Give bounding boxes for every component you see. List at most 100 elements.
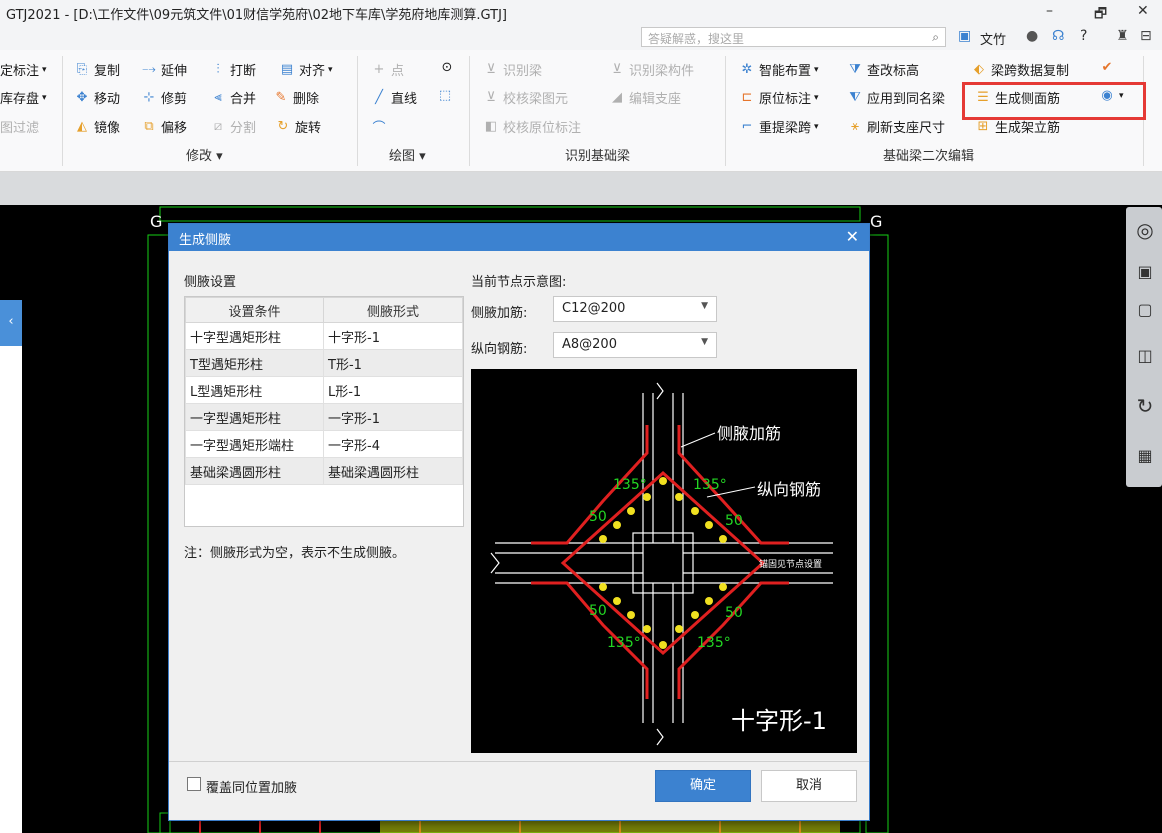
chat-icon[interactable]: ●	[1026, 28, 1038, 44]
apply-same-beam-button[interactable]: ⧨ 应用到同名梁	[846, 88, 945, 107]
point-button[interactable]: + 点	[370, 60, 404, 79]
split-button[interactable]: ⧄ 分割	[209, 117, 256, 136]
user-avatar-icon[interactable]: ▣	[958, 28, 971, 44]
top-view-icon[interactable]: ▢	[1132, 297, 1158, 323]
arc-draw-button[interactable]: ⌒	[370, 117, 388, 136]
table-row[interactable]: 一字型遇矩形柱 一字形-1	[185, 403, 463, 431]
move-icon: ✥	[76, 90, 88, 105]
break-button[interactable]: ⫶ 打断	[209, 60, 256, 79]
condition-cell: T型遇矩形柱	[185, 349, 324, 377]
in-place-annotation-button[interactable]: ⊏ 原位标注 ▾	[738, 88, 819, 107]
table-row[interactable]: T型遇矩形柱 T形-1	[185, 349, 463, 377]
confirm-check-button[interactable]: ✔	[1098, 60, 1116, 75]
extend-button[interactable]: ⤍ 延伸	[140, 60, 187, 79]
merge-button[interactable]: ⫷ 合并	[209, 88, 256, 107]
svg-text:G: G	[150, 212, 162, 231]
form-cell[interactable]: 基础梁遇圆形柱	[323, 457, 463, 485]
collapse-panel-button[interactable]: ‹	[0, 300, 22, 346]
generate-haunch-dialog: 生成侧腋 ✕ 侧腋设置 设置条件 侧腋形式 十字型遇矩形柱 十字形-1 T型遇矩形…	[168, 223, 870, 821]
break-icon: ⫶	[216, 62, 220, 77]
haunch-rebar-label: 侧腋加筋:	[471, 306, 528, 321]
eraser-icon: ✎	[275, 90, 287, 105]
help-search-input[interactable]: 答疑解惑，搜这里 ⌕	[641, 27, 946, 47]
rotate-view-icon[interactable]: ↻	[1132, 393, 1158, 419]
check-elevation-button[interactable]: ⧩ 查改标高	[846, 60, 919, 79]
table-row[interactable]: 基础梁遇圆形柱 基础梁遇圆形柱	[185, 457, 463, 485]
dialog-close-icon[interactable]: ✕	[846, 227, 859, 246]
copy-icon: ⎘	[76, 62, 88, 77]
footer-divider	[169, 761, 869, 762]
identify-beam-member-button[interactable]: ⊻ 识别梁构件	[608, 60, 694, 79]
offset-button[interactable]: ⧉ 偏移	[140, 117, 187, 136]
haunch-rebar-select[interactable]: C12@200 ▼	[553, 296, 717, 322]
group-modify-label[interactable]: 修改 ▾	[186, 145, 223, 164]
user-name[interactable]: 文竹	[980, 29, 1006, 48]
arc-icon: ⌒	[372, 121, 386, 136]
offset-icon: ⧉	[144, 119, 154, 134]
check-icon: ⊻	[486, 90, 496, 105]
copy-span-data-button[interactable]: ⬖ 梁跨数据复制	[970, 60, 1069, 79]
identify-member-icon: ⊻	[612, 62, 622, 77]
shirt-icon[interactable]: ♜	[1116, 28, 1129, 44]
table-row[interactable]: 十字型遇矩形柱 十字形-1	[185, 322, 463, 350]
ribbon-item-filter[interactable]: 图过滤	[0, 117, 39, 136]
delete-button[interactable]: ✎ 删除	[272, 88, 319, 107]
edit-support-button[interactable]: ◢ 编辑支座	[608, 88, 681, 107]
erection-rebar-icon: ⊞	[977, 119, 989, 134]
mirror-button[interactable]: ◭ 镜像	[73, 117, 120, 136]
check-beam-button[interactable]: ⊻ 校核梁图元	[482, 88, 568, 107]
form-cell[interactable]: 一字形-1	[323, 403, 463, 431]
ok-button[interactable]: 确定	[655, 770, 751, 802]
longitudinal-callout: 纵向钢筋	[757, 480, 821, 499]
view-toolbar: ◎ ▣ ▢ ◫ ↻ ▦	[1126, 207, 1162, 487]
node-diagram-drawing: 侧腋加筋 纵向钢筋 135° 135° 135° 135° 50 50 50 5…	[490, 382, 833, 746]
rect-draw-button[interactable]: ⬚	[436, 88, 454, 103]
copy-button[interactable]: ⎘ 复制	[73, 60, 120, 79]
3d-view-icon[interactable]: ▣	[1132, 259, 1158, 285]
offset-label: 50	[725, 605, 743, 621]
rectangle-icon: ⬚	[438, 88, 452, 103]
copy-span-icon: ⬖	[974, 62, 984, 77]
angle-label: 135°	[693, 477, 727, 493]
form-cell[interactable]: T形-1	[323, 349, 463, 377]
form-cell[interactable]: 一字形-4	[323, 430, 463, 458]
help-icon[interactable]: ?	[1080, 28, 1087, 44]
move-button[interactable]: ✥ 移动	[73, 88, 120, 107]
toolbar-band	[0, 172, 1162, 205]
group-identify-label: 识别基础梁	[565, 149, 631, 164]
rotate-button[interactable]: ↻ 旋转	[274, 117, 321, 136]
anchor-note: 锚固见节点设置	[759, 558, 822, 570]
minimize-button[interactable]: –	[1046, 3, 1053, 19]
search-placeholder: 答疑解惑，搜这里	[648, 32, 745, 46]
annotation-icon: ⊏	[741, 90, 753, 105]
angle-label: 135°	[607, 635, 641, 651]
refresh-support-button[interactable]: ⚹ 刷新支座尺寸	[846, 117, 945, 136]
table-row[interactable]: 一字型遇矩形端柱 一字形-4	[185, 430, 463, 458]
box-view-icon[interactable]: ◫	[1132, 343, 1158, 369]
window-layout-icon[interactable]: ⊟	[1140, 28, 1152, 44]
table-row[interactable]: L型遇矩形柱 L形-1	[185, 376, 463, 404]
line-button[interactable]: ╱ 直线	[370, 88, 417, 107]
close-window-button[interactable]: ✕	[1137, 3, 1149, 19]
group-draw-label[interactable]: 绘图 ▾	[389, 145, 426, 164]
ribbon-item-storage[interactable]: 库存盘 ▾	[0, 88, 47, 107]
diagram-title: 当前节点示意图:	[471, 275, 567, 290]
longitudinal-rebar-select[interactable]: A8@200 ▼	[553, 332, 717, 358]
override-haunch-label[interactable]: 覆盖同位置加腋	[206, 777, 297, 796]
form-cell[interactable]: L形-1	[323, 376, 463, 404]
service-icon[interactable]: ☊	[1052, 28, 1064, 44]
override-haunch-checkbox[interactable]	[187, 777, 201, 791]
orbit-icon[interactable]: ◎	[1132, 217, 1158, 243]
grid-view-icon[interactable]: ▦	[1132, 443, 1158, 469]
check-annotation-button[interactable]: ◧ 校核原位标注	[482, 117, 581, 136]
ribbon-item-mark[interactable]: 定标注 ▾	[0, 60, 47, 79]
form-cell[interactable]: 十字形-1	[323, 322, 463, 350]
circle-draw-button[interactable]: ⊙	[438, 60, 456, 75]
align-button[interactable]: ▤ 对齐 ▾	[278, 60, 333, 79]
diagram-caption: 十字形-1	[731, 707, 827, 735]
smart-place-button[interactable]: ✲ 智能布置 ▾	[738, 60, 819, 79]
re-extract-span-button[interactable]: ⌐ 重提梁跨 ▾	[738, 117, 819, 136]
trim-button[interactable]: ⊹ 修剪	[140, 88, 187, 107]
identify-beam-button[interactable]: ⊻ 识别梁	[482, 60, 542, 79]
cancel-button[interactable]: 取消	[761, 770, 857, 802]
